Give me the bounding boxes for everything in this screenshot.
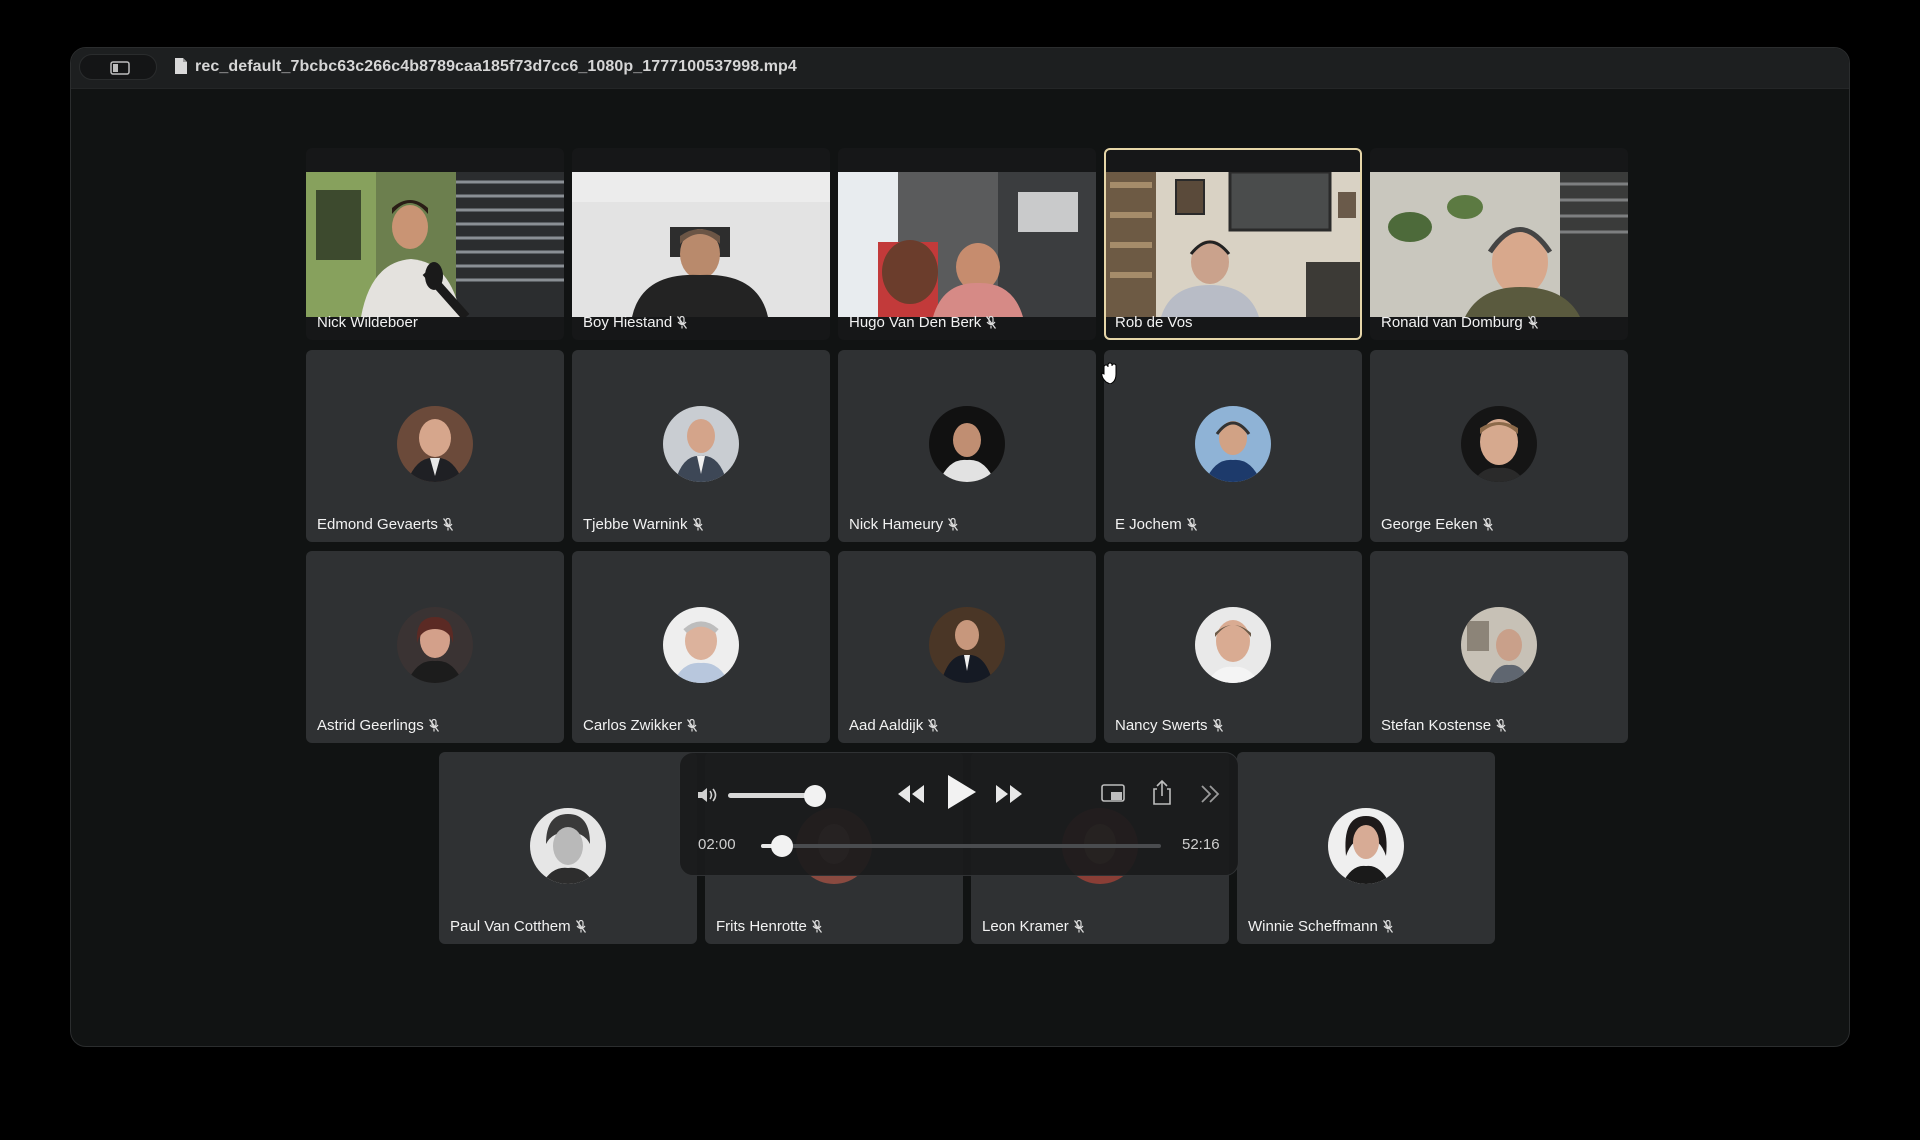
current-time: 02:00 [698, 836, 736, 853]
participant-tile[interactable]: Tjebbe Warnink [572, 350, 830, 542]
participant-name: Hugo Van Den Berk [849, 314, 982, 331]
avatar [530, 808, 606, 884]
avatar [397, 406, 473, 482]
mic-off-icon [1496, 719, 1507, 732]
sidebar-toggle-button[interactable] [79, 54, 157, 80]
avatar [663, 406, 739, 482]
participant-video [306, 172, 564, 317]
duration: 52:16 [1182, 836, 1220, 853]
participant-tile[interactable]: Paul Van Cotthem [439, 752, 697, 944]
participant-tile[interactable]: Edmond Gevaerts [306, 350, 564, 542]
rewind-icon[interactable] [896, 783, 926, 805]
mic-off-icon [442, 518, 453, 531]
mic-off-icon [986, 316, 997, 329]
fast-forward-icon[interactable] [994, 783, 1024, 805]
participant-name: Boy Hiestand [583, 314, 673, 331]
participant-tile[interactable]: Winnie Scheffmann [1237, 752, 1495, 944]
participant-tile[interactable]: Hugo Van Den Berk [838, 148, 1096, 340]
participant-tile[interactable]: Aad Aaldijk [838, 551, 1096, 743]
participant-name: Tjebbe Warnink [583, 516, 688, 533]
file-title: rec_default_7bcbc63c266c4b8789caa185f73d… [195, 58, 797, 75]
picture-in-picture-icon[interactable] [1100, 783, 1128, 805]
participant-name: Nancy Swerts [1115, 717, 1208, 734]
progress-bar[interactable] [761, 844, 1161, 848]
participant-tile[interactable]: Boy Hiestand [572, 148, 830, 340]
participant-video [572, 172, 830, 317]
participant-video [1370, 172, 1628, 317]
mic-off-icon [948, 518, 959, 531]
participant-tile[interactable]: Stefan Kostense [1370, 551, 1628, 743]
mic-off-icon [1212, 719, 1223, 732]
participant-tile[interactable]: Nick Hameury [838, 350, 1096, 542]
play-icon[interactable] [944, 773, 978, 811]
avatar [1195, 406, 1271, 482]
participant-name: Nick Hameury [849, 516, 944, 533]
participant-tile[interactable]: Nick Wildeboer [306, 148, 564, 340]
avatar [1461, 406, 1537, 482]
participant-name: Ronald van Domburg [1381, 314, 1523, 331]
participant-tile[interactable]: E Jochem [1104, 350, 1362, 542]
document-icon [175, 58, 187, 74]
participant-tile-active-speaker[interactable]: Rob de Vos [1104, 148, 1362, 340]
mic-off-icon [928, 719, 939, 732]
share-icon[interactable] [1150, 779, 1174, 807]
participant-name: E Jochem [1115, 516, 1182, 533]
participant-name: Leon Kramer [982, 918, 1069, 935]
participant-name: Rob de Vos [1115, 314, 1193, 331]
participant-name: Nick Wildeboer [317, 314, 418, 331]
participant-name: Stefan Kostense [1381, 717, 1492, 734]
mic-off-icon [1382, 920, 1393, 933]
participant-tile[interactable]: Nancy Swerts [1104, 551, 1362, 743]
participant-name: Winnie Scheffmann [1248, 918, 1378, 935]
volume-slider-knob[interactable] [804, 785, 826, 807]
participant-name: Frits Henrotte [716, 918, 807, 935]
mic-off-icon [692, 518, 703, 531]
mic-off-icon [811, 920, 822, 933]
participant-video [838, 172, 1096, 317]
progress-bar-knob[interactable] [771, 835, 793, 857]
avatar [663, 607, 739, 683]
playback-controls: 02:00 52:16 [679, 752, 1239, 876]
avatar [929, 406, 1005, 482]
participant-name: Edmond Gevaerts [317, 516, 438, 533]
participant-tile[interactable]: George Eeken [1370, 350, 1628, 542]
mic-off-icon [1186, 518, 1197, 531]
participant-tile[interactable]: Astrid Geerlings [306, 551, 564, 743]
participant-tile[interactable]: Carlos Zwikker [572, 551, 830, 743]
mic-off-icon [677, 316, 688, 329]
participant-name: Carlos Zwikker [583, 717, 683, 734]
avatar [397, 607, 473, 683]
mic-off-icon [428, 719, 439, 732]
mic-off-icon [1527, 316, 1538, 329]
mic-off-icon [1073, 920, 1084, 933]
avatar [1328, 808, 1404, 884]
hand-cursor-icon [1101, 362, 1117, 384]
mic-off-icon [575, 920, 586, 933]
speaker-icon[interactable] [696, 785, 720, 805]
participant-name: Paul Van Cotthem [450, 918, 571, 935]
avatar [1461, 607, 1537, 683]
mic-off-icon [1482, 518, 1493, 531]
participant-name: Astrid Geerlings [317, 717, 424, 734]
participant-tile[interactable]: Ronald van Domburg [1370, 148, 1628, 340]
participant-name: George Eeken [1381, 516, 1478, 533]
more-icon[interactable] [1198, 784, 1222, 804]
mic-off-icon [687, 719, 698, 732]
participant-video [1106, 172, 1360, 317]
avatar [1195, 607, 1271, 683]
sidebar-icon [110, 61, 130, 75]
avatar [929, 607, 1005, 683]
title-bar: rec_default_7bcbc63c266c4b8789caa185f73d… [71, 48, 1849, 89]
participant-name: Aad Aaldijk [849, 717, 924, 734]
